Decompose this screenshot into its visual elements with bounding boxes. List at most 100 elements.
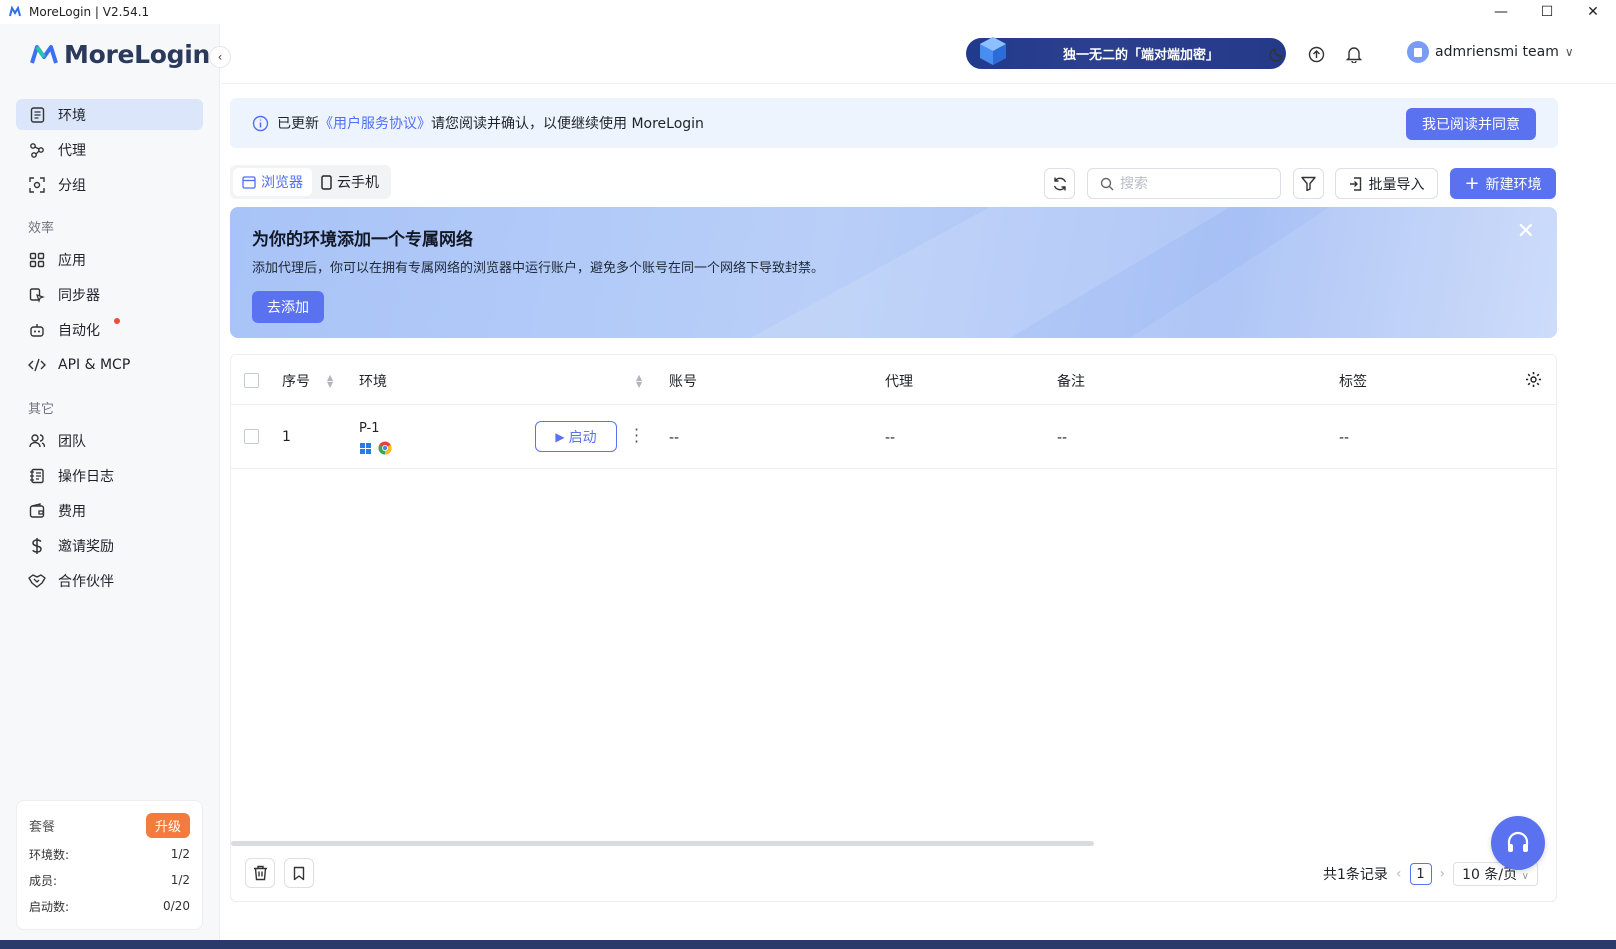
maximize-button[interactable]: ☐ <box>1524 0 1570 24</box>
sidebar-item-referral[interactable]: 邀请奖励 <box>16 530 203 561</box>
sidebar-item-label: 分组 <box>58 177 86 194</box>
sidebar-item-environment[interactable]: 环境 <box>16 99 203 130</box>
apps-icon <box>28 251 46 269</box>
tab-browser[interactable]: 浏览器 <box>233 168 312 196</box>
dark-mode-button[interactable] <box>1267 44 1287 64</box>
plan-row-launches: 启动数: 0/20 <box>29 893 190 919</box>
filter-icon <box>1301 176 1316 191</box>
plan-row-label: 启动数: <box>29 899 70 914</box>
add-proxy-button[interactable]: 去添加 <box>252 291 324 323</box>
column-proxy: 代理 <box>885 374 913 390</box>
bell-icon <box>1346 46 1362 63</box>
delete-button[interactable] <box>245 858 275 888</box>
banner-text: 添加代理后，你可以在拥有专属网络的浏览器中运行账户，避免多个账号在同一个网络下导… <box>252 261 825 276</box>
close-banner-button[interactable]: ✕ <box>1517 219 1535 244</box>
trash-icon <box>253 865 267 881</box>
plan-row-members: 成员: 1/2 <box>29 867 190 893</box>
tab-cloud-phone[interactable]: 云手机 <box>312 168 388 196</box>
environment-name[interactable]: P-1 <box>359 421 380 436</box>
select-all-checkbox[interactable] <box>244 373 259 388</box>
new-environment-button[interactable]: + 新建环境 <box>1450 168 1556 199</box>
batch-import-button[interactable]: 批量导入 <box>1335 168 1438 199</box>
row-index: 1 <box>282 429 291 445</box>
info-icon <box>252 115 269 131</box>
document-icon <box>28 106 46 124</box>
windows-icon <box>360 442 371 458</box>
refresh-button[interactable] <box>1044 168 1075 199</box>
row-checkbox[interactable] <box>244 429 259 444</box>
column-environment[interactable]: 环境 <box>359 371 387 391</box>
start-button[interactable]: ▶ 启动 <box>535 421 617 452</box>
chevron-down-icon: ∨ <box>1521 871 1529 882</box>
search-icon <box>1100 177 1114 190</box>
morelogin-logo-icon <box>30 44 58 64</box>
table-row[interactable]: 1 P-1 ▶ 启动 · · · -- -- -- -- <box>231 405 1556 469</box>
sidebar-item-team[interactable]: 团队 <box>16 425 203 456</box>
sidebar-item-label: 合作伙伴 <box>58 573 114 590</box>
agreement-notice: 已更新 《用户服务协议》 请您阅读并确认，以便继续使用 MoreLogin 我已… <box>230 98 1558 148</box>
promo-banner[interactable]: 独一无二的「端对端加密」 <box>966 37 1286 69</box>
column-index[interactable]: 序号 <box>282 371 310 391</box>
bookmark-button[interactable] <box>284 858 314 888</box>
notifications-button[interactable] <box>1344 44 1364 64</box>
page-number[interactable]: 1 <box>1409 863 1432 885</box>
notice-prefix: 已更新 <box>277 116 319 132</box>
sidebar-item-label: 自动化 <box>58 322 100 339</box>
prev-page-icon[interactable]: ‹ <box>1396 866 1402 882</box>
sidebar-item-synchronizer[interactable]: 同步器 <box>16 279 203 310</box>
collapse-sidebar-button[interactable]: ‹ <box>209 46 231 68</box>
sidebar-item-apps[interactable]: 应用 <box>16 244 203 275</box>
user-menu[interactable]: admriensmi team ∨ <box>1407 41 1574 63</box>
sidebar-item-label: 团队 <box>58 433 86 450</box>
plan-row-label: 环境数: <box>29 847 70 862</box>
view-tabs: 浏览器 云手机 <box>230 165 391 199</box>
sidebar-item-billing[interactable]: 费用 <box>16 495 203 526</box>
agree-button[interactable]: 我已阅读并同意 <box>1406 108 1536 140</box>
headset-icon <box>1507 831 1529 852</box>
next-page-icon[interactable]: › <box>1440 866 1446 882</box>
sidebar-item-proxy[interactable]: 代理 <box>16 134 203 165</box>
tab-label: 云手机 <box>337 175 379 191</box>
search-input[interactable] <box>1120 175 1260 192</box>
total-records: 共1条记录 <box>1323 867 1388 883</box>
close-window-button[interactable]: ✕ <box>1570 0 1616 24</box>
update-button[interactable] <box>1306 44 1326 64</box>
sidebar-item-logs[interactable]: 操作日志 <box>16 460 203 491</box>
logo-text: MoreLogin <box>64 40 211 69</box>
filter-button[interactable] <box>1293 168 1324 199</box>
upgrade-button[interactable]: 升级 <box>145 812 190 838</box>
wallet-icon <box>28 502 46 520</box>
environment-table: 序号 ▲ ▼ 环境 ▲ ▼ 账号 代理 备注 标签 1 P-1 ▶ 启动 · ·… <box>230 354 1557 902</box>
row-account: -- <box>669 430 680 446</box>
banner-title: 为你的环境添加一个专属网络 <box>252 230 473 250</box>
sort-environment-icon[interactable]: ▲ ▼ <box>636 374 642 389</box>
column-settings-button[interactable] <box>1525 371 1542 392</box>
sort-index-icon[interactable]: ▲ ▼ <box>327 374 333 389</box>
proxy-promo-banner: 为你的环境添加一个专属网络 添加代理后，你可以在拥有专属网络的浏览器中运行账户，… <box>230 207 1557 338</box>
encryption-cube-icon <box>980 37 1006 65</box>
customer-support-button[interactable] <box>1491 816 1545 870</box>
sidebar-item-group[interactable]: 分组 <box>16 169 203 200</box>
phone-icon <box>321 174 332 190</box>
bookmark-icon <box>293 866 305 880</box>
notification-dot <box>114 318 120 324</box>
logo: MoreLogin <box>30 40 210 69</box>
search-box[interactable] <box>1087 168 1281 199</box>
plan-title: 套餐 <box>29 819 56 835</box>
agreement-link[interactable]: 《用户服务协议》 <box>319 113 431 133</box>
horizontal-scrollbar[interactable] <box>231 841 1094 846</box>
sidebar-item-partners[interactable]: 合作伙伴 <box>16 565 203 596</box>
row-proxy: -- <box>885 430 896 446</box>
more-actions-icon[interactable]: · · · <box>634 422 639 450</box>
start-label: 启动 <box>568 429 597 446</box>
sidebar-item-label: 代理 <box>58 142 86 159</box>
title-bar: MoreLogin | V2.54.1 — ☐ ✕ <box>0 0 1616 24</box>
sidebar-item-automation[interactable]: 自动化 <box>16 314 203 345</box>
notice-suffix: 请您阅读并确认，以便继续使用 MoreLogin <box>431 116 704 132</box>
gear-icon <box>1526 372 1541 387</box>
dollar-icon <box>28 537 46 555</box>
plan-row-value: 1/2 <box>170 847 190 861</box>
sidebar-item-api[interactable]: API & MCP <box>16 349 203 380</box>
row-note: -- <box>1057 430 1068 446</box>
minimize-button[interactable]: — <box>1478 0 1524 24</box>
